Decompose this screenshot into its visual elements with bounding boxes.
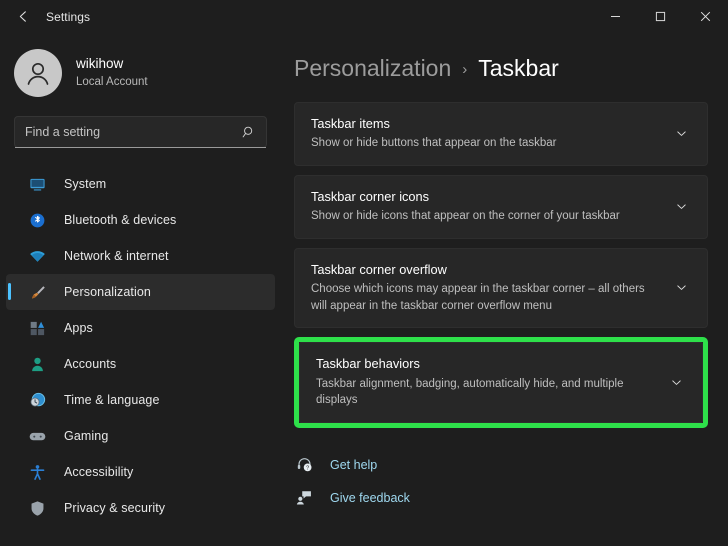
settings-card-taskbar-corner-overflow[interactable]: Taskbar corner overflow Choose which ico… [294, 247, 708, 329]
sidebar-item-label: System [64, 177, 107, 191]
sidebar-item-accounts[interactable]: Accounts [6, 346, 275, 382]
breadcrumb: Personalization › Taskbar [294, 55, 708, 82]
breadcrumb-separator: › [462, 61, 468, 78]
card-text: Taskbar corner icons Show or hide icons … [311, 188, 657, 225]
back-arrow-icon [19, 11, 26, 22]
sidebar-nav: System Bluetooth & devices Network & int… [0, 166, 281, 526]
card-title: Taskbar corner overflow [311, 261, 447, 277]
body-split: wikihow Local Account Find a setting Sys… [0, 33, 728, 546]
settings-card-taskbar-items[interactable]: Taskbar items Show or hide buttons that … [294, 102, 708, 166]
back-button[interactable] [6, 2, 40, 32]
sidebar-item-label: Gaming [64, 429, 109, 443]
chevron-down-icon[interactable] [671, 200, 691, 213]
monitor-icon [28, 175, 46, 193]
breadcrumb-parent[interactable]: Personalization [294, 55, 451, 82]
sidebar-item-label: Accounts [64, 357, 117, 371]
card-text: Taskbar items Show or hide buttons that … [311, 115, 657, 152]
sidebar-item-label: Privacy & security [64, 501, 166, 515]
sidebar-item-label: Apps [64, 321, 93, 335]
settings-card-taskbar-corner-icons[interactable]: Taskbar corner icons Show or hide icons … [294, 174, 708, 239]
sidebar-item-label: Bluetooth & devices [64, 213, 177, 227]
sidebar-item-label: Network & internet [64, 249, 169, 263]
card-subtitle: Taskbar alignment, badging, automaticall… [316, 377, 624, 407]
account-name: wikihow [76, 56, 124, 72]
main-content: Personalization › Taskbar Taskbar items … [281, 33, 728, 546]
person-icon [28, 355, 46, 373]
card-subtitle: Show or hide icons that appear on the co… [311, 210, 620, 223]
sidebar-item-time-language[interactable]: Time & language [6, 382, 275, 418]
bluetooth-icon [28, 211, 46, 229]
selection-pill [8, 283, 11, 300]
titlebar: Settings [0, 0, 728, 33]
maximize-button[interactable] [638, 0, 683, 33]
link-label: Get help [330, 457, 378, 472]
sidebar-item-label: Personalization [64, 285, 151, 299]
sidebar-item-accessibility[interactable]: Accessibility [6, 454, 275, 490]
gamepad-icon [28, 427, 46, 445]
chevron-down-icon[interactable] [666, 376, 686, 389]
minimize-button[interactable] [593, 0, 638, 33]
give-feedback-link[interactable]: Give feedback [294, 484, 410, 511]
sidebar-item-apps[interactable]: Apps [6, 310, 275, 346]
sidebar-item-personalization[interactable]: Personalization [6, 274, 275, 310]
chevron-down-icon[interactable] [671, 127, 691, 140]
sidebar: wikihow Local Account Find a setting Sys… [0, 33, 281, 546]
close-button[interactable] [683, 0, 728, 33]
card-title: Taskbar behaviors [316, 356, 420, 372]
svg-text:?: ? [306, 466, 309, 472]
window-title: Settings [46, 9, 91, 24]
accessibility-person-icon [28, 463, 46, 481]
paintbrush-icon [28, 283, 46, 301]
card-text: Taskbar behaviors Taskbar alignment, bad… [316, 355, 652, 409]
clock-globe-icon [28, 391, 46, 409]
page-title: Taskbar [478, 55, 559, 81]
account-text: wikihow Local Account [76, 56, 148, 89]
account-block[interactable]: wikihow Local Account [14, 47, 281, 99]
shield-icon [28, 499, 46, 517]
link-label: Give feedback [330, 490, 410, 505]
card-title: Taskbar items [311, 116, 390, 131]
help-headset-icon: ? [294, 455, 314, 475]
settings-card-taskbar-behaviors[interactable]: Taskbar behaviors Taskbar alignment, bad… [299, 342, 703, 424]
feedback-person-icon [294, 488, 314, 508]
account-type: Local Account [76, 76, 148, 89]
card-title: Taskbar corner icons [311, 188, 430, 204]
chevron-down-icon[interactable] [671, 281, 691, 294]
avatar [14, 49, 62, 97]
sidebar-item-label: Accessibility [64, 465, 134, 479]
window-controls [593, 0, 728, 33]
get-help-link[interactable]: ? Get help [294, 451, 377, 478]
sidebar-item-label: Time & language [64, 393, 160, 407]
sidebar-item-bluetooth-devices[interactable]: Bluetooth & devices [6, 202, 275, 238]
close-icon [700, 11, 711, 22]
search-wrap [14, 116, 267, 148]
sidebar-item-gaming[interactable]: Gaming [6, 418, 275, 454]
card-subtitle: Choose which icons may appear in the tas… [311, 283, 645, 312]
minimize-icon [611, 16, 620, 17]
apps-grid-icon [28, 319, 46, 337]
search-box[interactable] [14, 116, 267, 148]
wifi-icon [28, 247, 46, 265]
sidebar-item-privacy-security[interactable]: Privacy & security [6, 490, 275, 526]
search-icon [242, 126, 253, 138]
user-avatar-icon [27, 62, 49, 85]
card-subtitle: Show or hide buttons that appear on the … [311, 137, 557, 150]
highlight-annotation: Taskbar behaviors Taskbar alignment, bad… [294, 337, 708, 429]
sidebar-item-network-internet[interactable]: Network & internet [6, 238, 275, 274]
footer-links: ? Get help Give feedback [294, 451, 708, 511]
sidebar-item-system[interactable]: System [6, 166, 275, 202]
search-input[interactable] [25, 125, 242, 139]
maximize-icon [655, 11, 666, 22]
settings-window: Settings wikihow Local Account Find a se… [0, 0, 728, 546]
card-text: Taskbar corner overflow Choose which ico… [311, 261, 657, 315]
